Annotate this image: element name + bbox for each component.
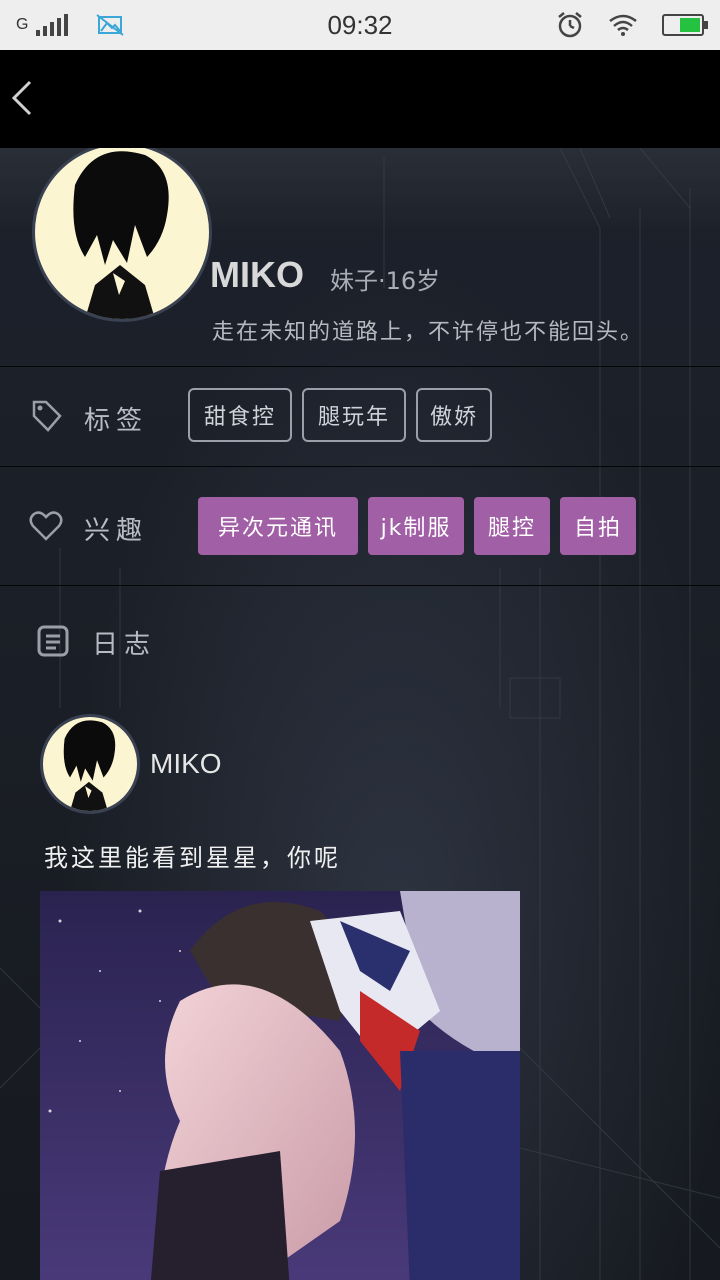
tag-item[interactable]: 傲娇 [416, 388, 492, 442]
divider [0, 466, 720, 467]
battery-icon [662, 14, 708, 36]
post-image[interactable] [40, 891, 520, 1280]
heart-icon [29, 511, 63, 541]
back-arrow-icon[interactable] [10, 78, 40, 118]
divider [0, 585, 720, 586]
battery-fill [679, 18, 700, 32]
profile-meta: 妹子·16岁 [330, 267, 441, 295]
post-text: 我这里能看到星星，你呢 [44, 844, 341, 872]
tag-item[interactable]: 甜食控 [188, 388, 292, 442]
post-author-name[interactable]: MIKO [150, 748, 222, 780]
interest-chip[interactable]: 异次元通讯 [198, 497, 358, 555]
post-illustration [40, 891, 520, 1280]
post-author-avatar[interactable] [40, 714, 140, 814]
profile-content: MIKO 妹子·16岁 走在未知的道路上，不许停也不能回头。 标签 甜食控 腿玩… [0, 148, 720, 1280]
profile-avatar[interactable] [32, 148, 212, 322]
nav-bar [0, 50, 720, 148]
avatar-illustration [63, 720, 116, 811]
interest-chip[interactable]: jk制服 [368, 497, 464, 555]
divider [0, 366, 720, 367]
profile-motto: 走在未知的道路上，不许停也不能回头。 [212, 320, 645, 345]
status-bar: G 09:32 [0, 0, 720, 50]
journal-label: 日志 [92, 630, 157, 660]
interest-chip[interactable]: 自拍 [560, 497, 636, 555]
interests-label: 兴趣 [84, 516, 149, 546]
journal-icon [37, 625, 69, 657]
wifi-icon [609, 14, 637, 36]
tag-item[interactable]: 腿玩年 [302, 388, 406, 442]
alarm-icon [558, 12, 582, 38]
interest-chip[interactable]: 腿控 [474, 497, 550, 555]
tag-icon [32, 400, 62, 432]
avatar-illustration [73, 151, 169, 319]
profile-name: MIKO [210, 254, 304, 295]
tags-label: 标签 [84, 406, 149, 436]
status-right [556, 10, 708, 40]
